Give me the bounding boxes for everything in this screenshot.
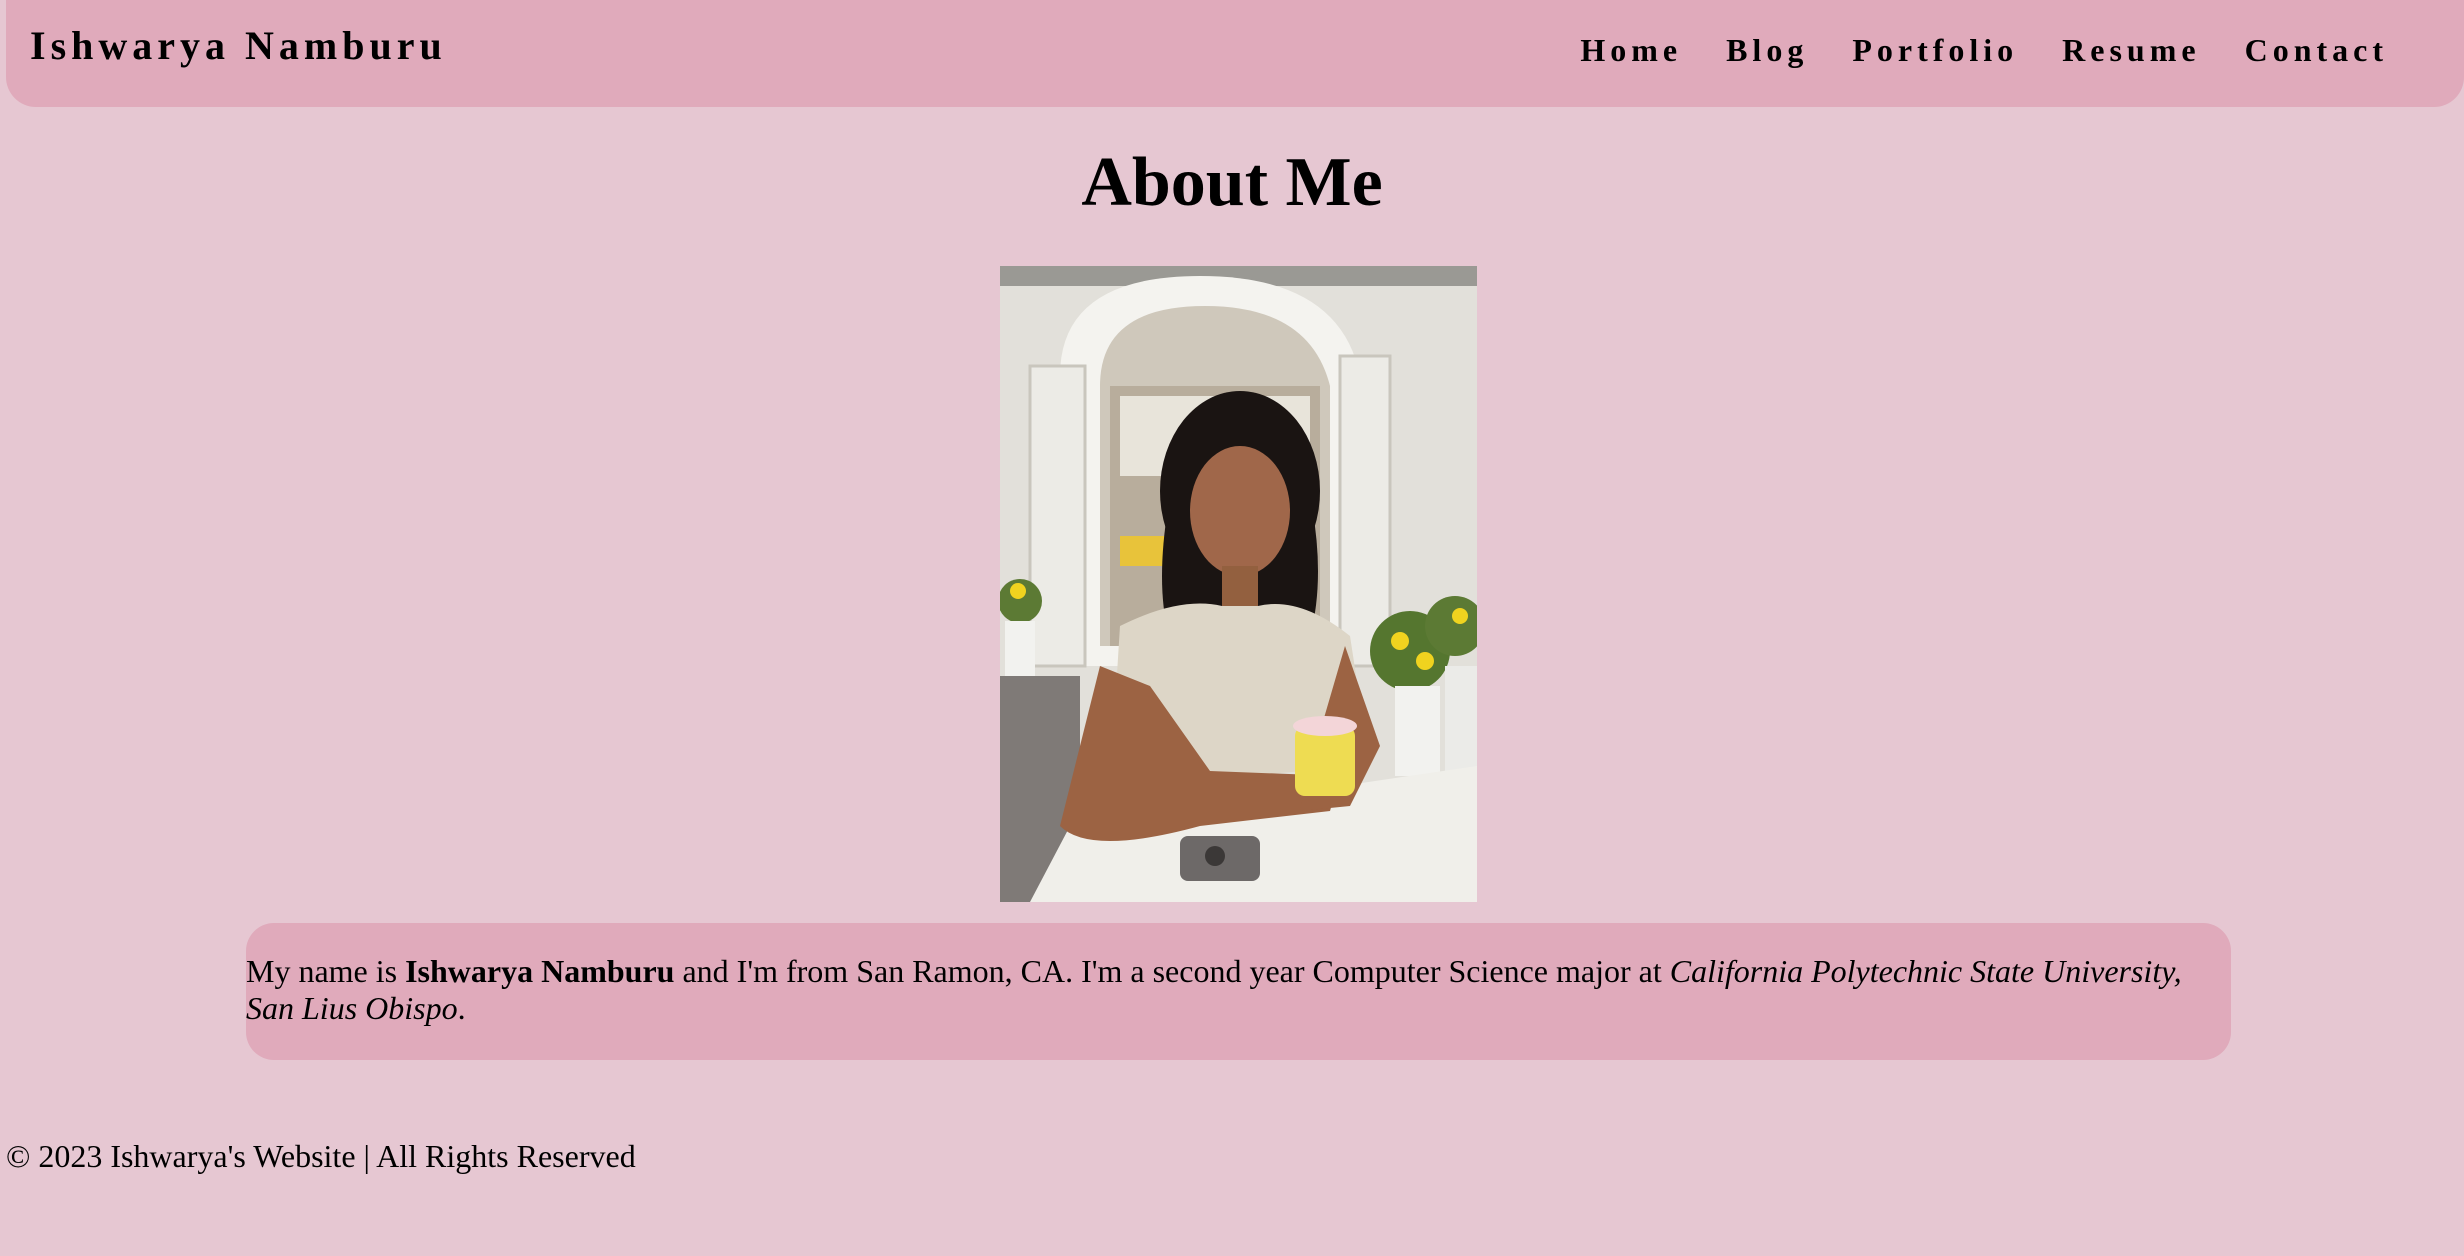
about-prefix: My name is xyxy=(246,953,406,989)
nav-link-contact[interactable]: Contact xyxy=(2245,34,2388,66)
profile-photo xyxy=(1000,266,1477,902)
page-title: About Me xyxy=(1081,144,1383,221)
nav-link-home[interactable]: Home xyxy=(1580,34,1682,66)
about-name: Ishwarya Namburu xyxy=(405,953,675,989)
footer-text: © 2023 Ishwarya's Website | All Rights R… xyxy=(6,1138,636,1174)
nav-menu: Home Blog Portfolio Resume Contact xyxy=(1580,34,2388,66)
about-middle: and I'm from San Ramon, CA. I'm a second… xyxy=(674,953,1670,989)
navbar: Ishwarya Namburu Home Blog Portfolio Res… xyxy=(6,0,2464,107)
nav-link-blog[interactable]: Blog xyxy=(1726,34,1808,66)
about-text: My name is Ishwarya Namburu and I'm from… xyxy=(246,923,2231,1060)
site-brand[interactable]: Ishwarya Namburu xyxy=(30,26,447,66)
nav-link-resume[interactable]: Resume xyxy=(2062,34,2200,66)
nav-link-portfolio[interactable]: Portfolio xyxy=(1852,34,2018,66)
about-suffix: . xyxy=(457,990,466,1026)
